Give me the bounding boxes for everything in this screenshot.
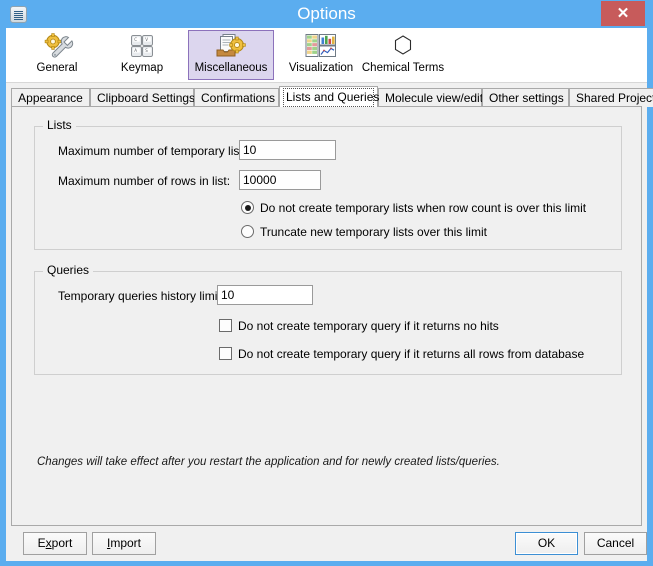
documents-gear-icon xyxy=(214,33,248,61)
queries-group-title: Queries xyxy=(43,264,93,277)
tab-label: Confirmations xyxy=(201,91,275,105)
export-pre: E xyxy=(38,536,46,550)
export-button[interactable]: Export xyxy=(23,532,87,555)
benzene-ring-icon xyxy=(386,33,420,61)
max-rows-in-list-label: Maximum number of rows in list: xyxy=(58,174,230,188)
tab-clipboard-settings[interactable]: Clipboard Settings xyxy=(90,88,194,107)
tab-appearance[interactable]: Appearance xyxy=(11,88,90,107)
toolbar-item-label: Keymap xyxy=(108,62,176,75)
options-window: Options ✕ xyxy=(0,0,653,566)
ok-button[interactable]: OK xyxy=(515,532,578,555)
category-toolbar: General xyxy=(6,28,647,83)
toolbar-item-miscellaneous[interactable]: Miscellaneous xyxy=(188,30,274,80)
tab-label: Other settings xyxy=(489,91,564,105)
import-post: mport xyxy=(110,536,141,550)
svg-text:C: C xyxy=(134,37,137,42)
cancel-button[interactable]: Cancel xyxy=(584,532,647,555)
queries-history-limit-input[interactable] xyxy=(217,285,313,305)
lists-group-title: Lists xyxy=(43,119,76,132)
max-temp-lists-input[interactable] xyxy=(239,140,336,160)
toolbar-item-label: General xyxy=(23,62,91,75)
toolbar-item-chemical-terms[interactable]: Chemical Terms xyxy=(348,30,458,80)
radio-label: Truncate new temporary lists over this l… xyxy=(260,223,487,241)
max-temp-lists-label: Maximum number of temporary lists: xyxy=(58,144,252,158)
table-charts-icon xyxy=(304,33,338,61)
checkbox-label: Do not create temporary query if it retu… xyxy=(238,317,499,335)
tab-panel-lists-and-queries: Lists Maximum number of temporary lists:… xyxy=(11,106,642,526)
tab-label: Lists and Queries xyxy=(283,88,374,107)
tab-label: Clipboard Settings xyxy=(97,91,195,105)
tab-shared-projects[interactable]: Shared Projects xyxy=(569,88,653,107)
radio-indicator xyxy=(241,225,254,238)
tab-confirmations[interactable]: Confirmations xyxy=(194,88,279,107)
checkbox-label: Do not create temporary query if it retu… xyxy=(238,345,584,363)
checkbox-indicator xyxy=(219,347,232,360)
toolbar-item-label: Chemical Terms xyxy=(349,62,457,75)
button-bar: Export Import OK Cancel xyxy=(6,526,647,561)
tab-label: Appearance xyxy=(18,91,83,105)
toolbar-item-label: Miscellaneous xyxy=(189,62,273,75)
tab-label: Molecule view/edit xyxy=(385,91,483,105)
svg-text:V: V xyxy=(145,37,148,42)
restart-note: Changes will take effect after you resta… xyxy=(37,456,500,468)
queries-group-box: Queries Temporary queries history limit:… xyxy=(34,271,622,375)
queries-history-limit-label: Temporary queries history limit: xyxy=(58,289,224,303)
gear-wrench-icon xyxy=(40,33,74,61)
window-title: Options xyxy=(0,0,653,28)
toolbar-item-keymap[interactable]: CV AS Keymap xyxy=(107,30,177,80)
keyboard-keys-icon: CV AS xyxy=(125,33,159,61)
svg-text:A: A xyxy=(134,48,137,53)
tab-label: Shared Projects xyxy=(576,91,653,105)
export-post: port xyxy=(52,536,73,550)
radio-label: Do not create temporary lists when row c… xyxy=(260,199,586,217)
tab-molecule-view-edit[interactable]: Molecule view/edit xyxy=(378,88,482,107)
max-rows-in-list-input[interactable] xyxy=(239,170,321,190)
title-bar: Options ✕ xyxy=(0,0,653,28)
tab-lists-and-queries[interactable]: Lists and Queries xyxy=(279,86,378,107)
import-button[interactable]: Import xyxy=(92,532,156,555)
toolbar-item-general[interactable]: General xyxy=(22,30,92,80)
radio-indicator xyxy=(241,201,254,214)
lists-group-box: Lists Maximum number of temporary lists:… xyxy=(34,126,622,250)
tab-strip: Appearance Clipboard Settings Confirmati… xyxy=(11,88,642,107)
close-icon[interactable]: ✕ xyxy=(601,1,645,26)
tab-other-settings[interactable]: Other settings xyxy=(482,88,569,107)
client-area: General xyxy=(6,28,647,561)
checkbox-indicator xyxy=(219,319,232,332)
